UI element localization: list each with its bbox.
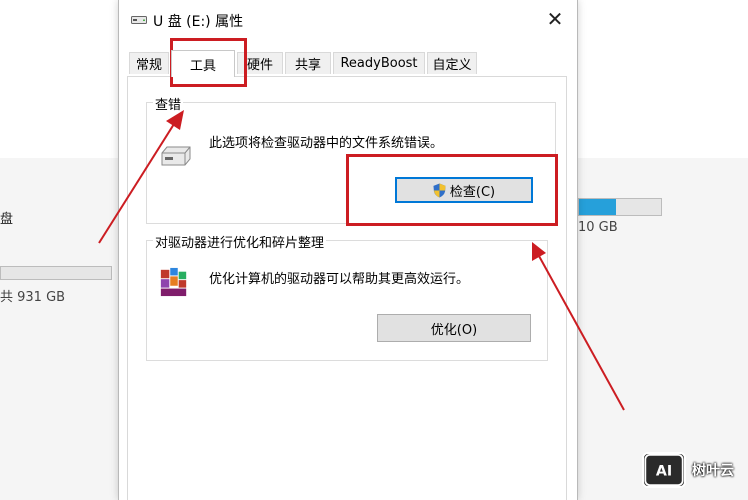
- background-drive-usage-bar: [578, 198, 662, 216]
- defrag-icon: [160, 267, 187, 297]
- usb-drive-icon: [131, 16, 147, 24]
- optimize-description: 优化计算机的驱动器可以帮助其更高效运行。: [209, 272, 470, 287]
- tools-tab-panel: 查错 此选项将检查驱动器中的文件系统错误。 检查(C) 对驱动器进行优化和碎片整…: [127, 76, 567, 500]
- title-bar[interactable]: U 盘 (E:) 属性 ✕: [119, 0, 577, 42]
- watermark: AI 树叶云: [642, 452, 734, 488]
- tab-readyboost[interactable]: ReadyBoost: [333, 52, 425, 74]
- background-drive-label: 盘: [0, 212, 14, 227]
- tab-tools[interactable]: 工具: [171, 50, 235, 77]
- tab-general[interactable]: 常规: [129, 52, 169, 74]
- background-drive-size: 10 GB: [578, 220, 618, 235]
- background-drive-usage-bar: [0, 266, 112, 280]
- optimize-title: 对驱动器进行优化和碎片整理: [153, 232, 327, 251]
- check-button-highlight: [346, 154, 558, 226]
- drive-icon: [161, 146, 191, 166]
- watermark-logo-text: AI: [656, 463, 672, 479]
- close-icon: ✕: [546, 7, 564, 31]
- watermark-text: 树叶云: [692, 463, 734, 479]
- tab-sharing[interactable]: 共享: [285, 52, 331, 74]
- error-checking-description: 此选项将检查驱动器中的文件系统错误。: [209, 136, 444, 151]
- usage-fill: [579, 199, 616, 215]
- dialog-title: U 盘 (E:) 属性: [153, 14, 244, 30]
- optimize-group: 对驱动器进行优化和碎片整理 优化计算机的驱动器可以帮助其更高效运行。 优化(O): [146, 232, 548, 361]
- close-button[interactable]: ✕: [543, 6, 567, 32]
- optimize-button[interactable]: 优化(O): [377, 314, 531, 342]
- properties-dialog: U 盘 (E:) 属性 ✕ 常规 工具 硬件 共享 ReadyBoost 自定义…: [118, 0, 578, 500]
- watermark-logo: AI: [642, 452, 686, 488]
- tab-bar: 常规 工具 硬件 共享 ReadyBoost 自定义: [127, 50, 567, 77]
- error-checking-title: 查错: [153, 94, 184, 113]
- background-drive-size: 共 931 GB: [0, 290, 66, 305]
- tab-customize[interactable]: 自定义: [427, 52, 477, 74]
